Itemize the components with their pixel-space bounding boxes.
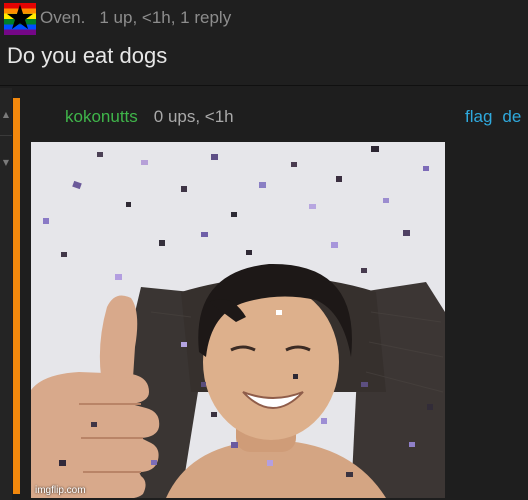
downvote-icon[interactable]: ▼: [0, 152, 12, 174]
vote-gutter: ▲ ▼: [0, 88, 12, 500]
vote-divider: [0, 135, 12, 136]
comment-stats: 1 up, <1h, 1 reply: [99, 8, 232, 27]
reply-username[interactable]: kokonutts: [65, 107, 138, 127]
reply-stats: 0 ups, <1h: [153, 107, 234, 126]
user-avatar[interactable]: ★: [4, 3, 36, 35]
comment-text: Do you eat dogs: [7, 43, 168, 68]
comment-username[interactable]: Oven.: [40, 8, 85, 28]
reply-thread-bar: [13, 98, 20, 494]
star-icon: ★: [4, 3, 36, 35]
reply-actions: flag de: [465, 107, 528, 127]
comment-meta: Oven. 1 up, <1h, 1 reply: [40, 8, 231, 28]
upvote-icon[interactable]: ▲: [0, 104, 12, 126]
delete-link[interactable]: de: [502, 107, 521, 127]
meme-photo: [31, 142, 445, 498]
flag-link[interactable]: flag: [465, 107, 492, 127]
parent-comment: ★ Oven. 1 up, <1h, 1 reply Do you eat do…: [0, 0, 528, 86]
reply-meta: kokonutts 0 ups, <1h: [65, 107, 234, 127]
imgflip-watermark: imgflip.com: [35, 485, 86, 496]
meme-image[interactable]: imgflip.com: [31, 142, 445, 498]
